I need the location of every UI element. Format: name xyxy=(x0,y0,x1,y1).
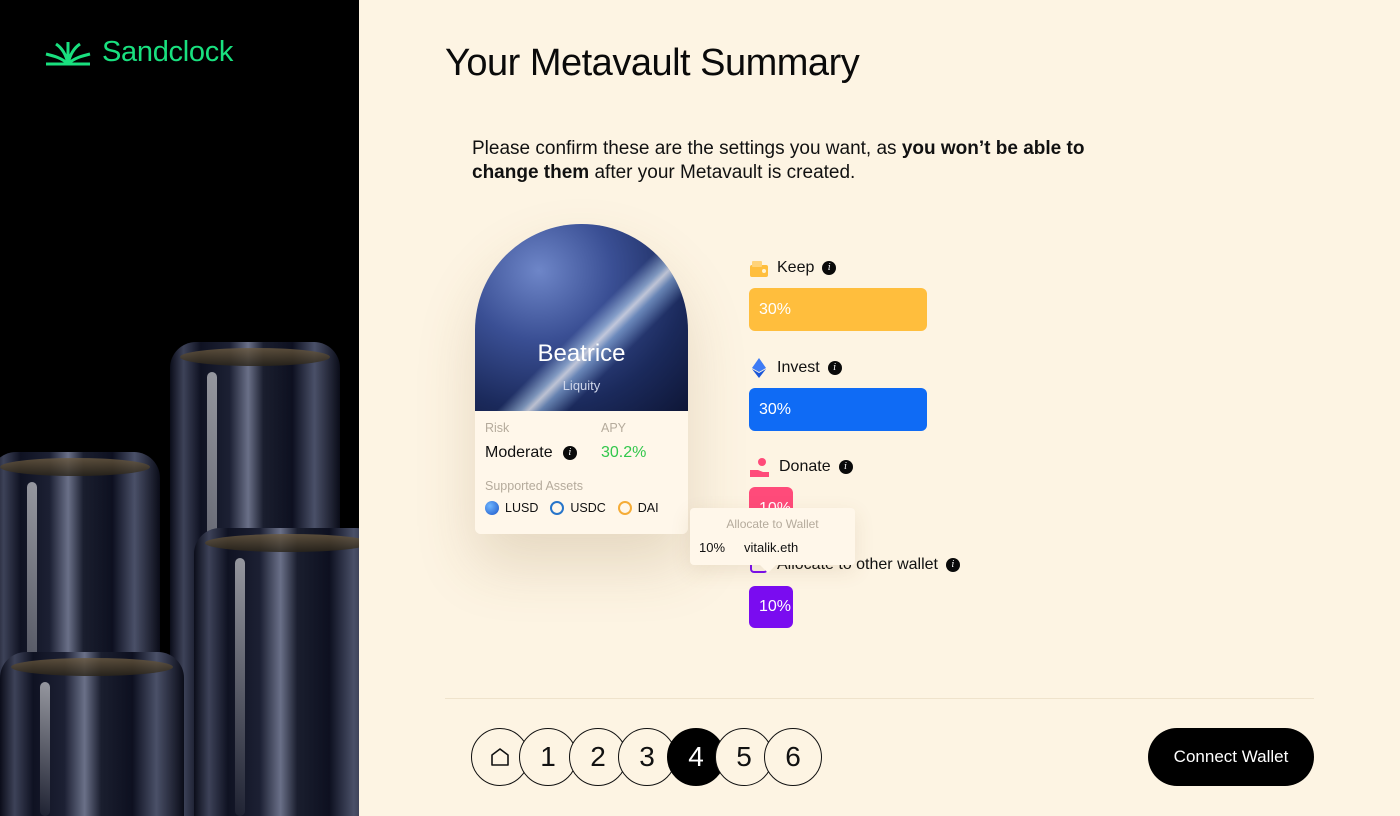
allocate-wallet-tooltip: Allocate to Wallet 10% vitalik.eth xyxy=(690,508,855,573)
allocation-invest: Invest i xyxy=(749,357,842,379)
asset-lusd: LUSD xyxy=(485,501,538,515)
footer-divider xyxy=(445,698,1314,699)
vault-card[interactable]: Beatrice Liquity Risk APY Moderate i 30.… xyxy=(475,224,688,534)
supported-assets: LUSD USDC DAI xyxy=(485,501,659,515)
allocation-bar-keep: 30% xyxy=(749,288,927,331)
allocation-keep: Keep i xyxy=(749,258,837,278)
apy-label: APY xyxy=(601,421,627,435)
allocation-donate: Donate i xyxy=(749,456,853,478)
dai-icon xyxy=(617,501,632,515)
intro-text: Please confirm these are the settings yo… xyxy=(472,137,1112,185)
info-icon[interactable]: i xyxy=(563,446,577,460)
info-icon[interactable]: i xyxy=(822,261,837,275)
page-title: Your Metavault Summary xyxy=(445,42,860,84)
home-icon xyxy=(491,748,509,766)
left-hero-panel: Sandclock xyxy=(0,0,359,816)
risk-value: Moderate xyxy=(485,444,553,461)
brand-logo[interactable]: Sandclock xyxy=(44,36,233,69)
risk-label: Risk xyxy=(485,421,510,435)
info-icon[interactable]: i xyxy=(945,558,960,572)
info-icon[interactable]: i xyxy=(838,460,853,474)
donate-hand-icon xyxy=(750,458,769,477)
allocation-label: Donate xyxy=(779,458,831,475)
allocation-label: Keep xyxy=(777,259,815,276)
brand-name: Sandclock xyxy=(102,36,234,68)
asset-dai: DAI xyxy=(617,501,659,515)
allocation-bar-other-wallet: 10% xyxy=(749,586,793,628)
connect-wallet-button[interactable]: Connect Wallet xyxy=(1148,728,1314,786)
asset-name: DAI xyxy=(637,501,659,515)
intro-text-part: Please confirm these are the settings yo… xyxy=(472,138,902,159)
asset-usdc: USDC xyxy=(550,501,606,515)
allocation-label: Invest xyxy=(777,359,820,376)
main-content: Your Metavault Summary Please confirm th… xyxy=(359,0,1400,816)
glass-cylinder-image xyxy=(194,528,359,816)
intro-text-part: after your Metavault is created. xyxy=(589,162,856,183)
glass-cylinder-image xyxy=(0,652,184,816)
lusd-icon xyxy=(485,501,499,515)
tooltip-wallet: vitalik.eth xyxy=(744,540,799,555)
step-6[interactable]: 6 xyxy=(764,728,822,786)
assets-label: Supported Assets xyxy=(485,479,583,493)
tooltip-percent: 10% xyxy=(699,540,726,555)
asset-name: LUSD xyxy=(505,501,539,515)
ethereum-icon xyxy=(752,358,766,378)
asset-name: USDC xyxy=(570,501,606,515)
allocation-value: 30% xyxy=(759,400,792,418)
sandclock-logo-icon xyxy=(45,41,91,65)
allocation-value: 10% xyxy=(759,598,792,615)
usdc-icon xyxy=(550,501,565,515)
tooltip-title: Allocate to Wallet xyxy=(726,517,819,531)
vault-protocol: Liquity xyxy=(562,378,601,393)
info-icon[interactable]: i xyxy=(827,361,842,375)
wallet-icon xyxy=(750,261,768,277)
vault-name: Beatrice xyxy=(537,340,626,367)
allocation-value: 30% xyxy=(759,300,792,318)
apy-value: 30.2% xyxy=(601,444,647,461)
allocation-bar-invest: 30% xyxy=(749,388,927,431)
